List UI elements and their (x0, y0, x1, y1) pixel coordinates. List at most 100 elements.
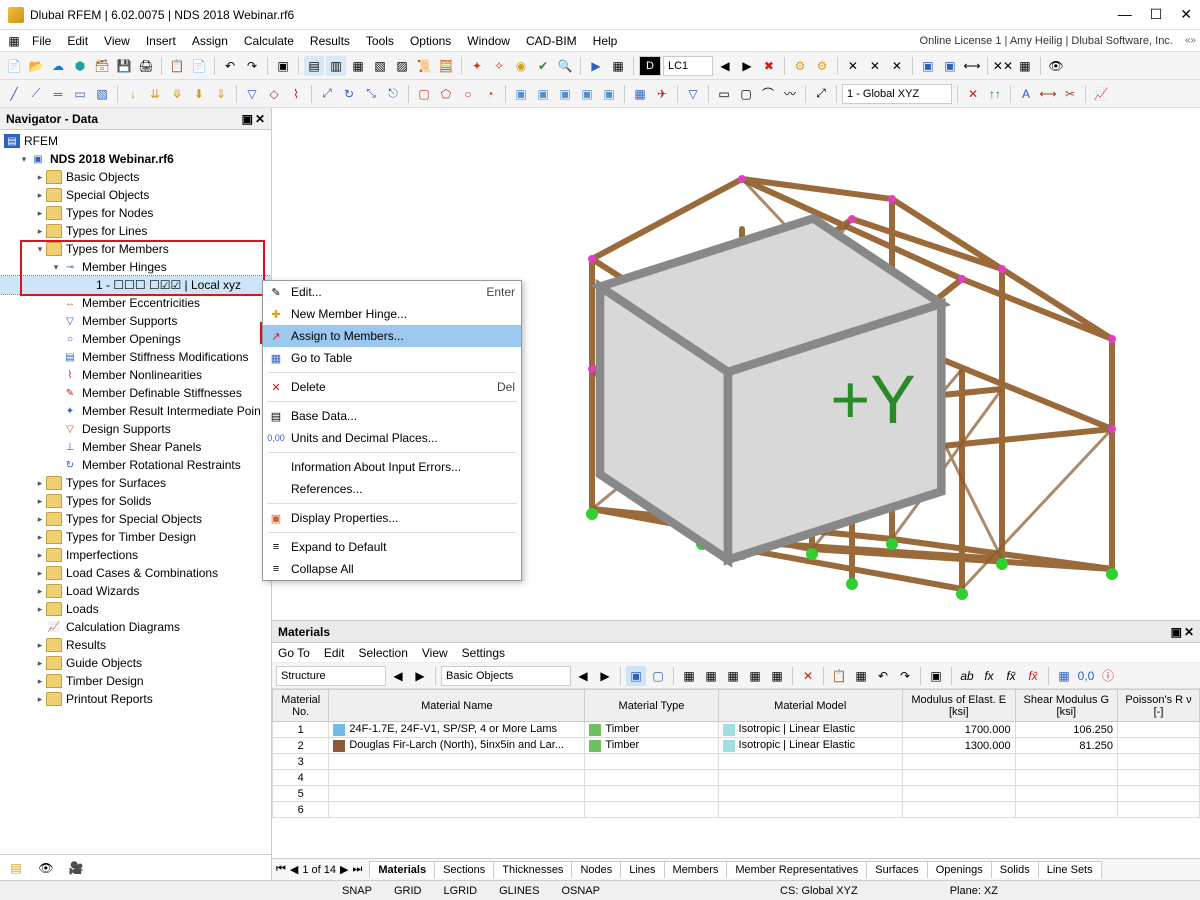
open-icon[interactable]: 📂 (26, 56, 46, 76)
close-button[interactable]: ✕ (1180, 6, 1192, 23)
nav-types-special[interactable]: ▸Types for Special Objects (0, 510, 271, 528)
results-icon[interactable]: ▶ (586, 56, 606, 76)
calc-model-icon[interactable]: ⚙ (790, 56, 810, 76)
nav-member-openings[interactable]: ○Member Openings (0, 330, 271, 348)
mat-combo-basic[interactable]: Basic Objects (441, 666, 571, 686)
mat-tab-sections[interactable]: Sections (434, 861, 494, 878)
dim-icon[interactable]: ⟷ (962, 56, 982, 76)
nav-root[interactable]: ▤RFEM (0, 132, 271, 150)
mat-tab-members[interactable]: Members (664, 861, 728, 878)
nav-member-hinges[interactable]: ▾⊸Member Hinges (0, 258, 271, 276)
menu-edit[interactable]: Edit (59, 32, 96, 50)
table-row[interactable]: 4 (273, 770, 1200, 786)
ctx-delete[interactable]: ✕DeleteDel (263, 376, 521, 398)
text-icon[interactable]: A (1016, 84, 1036, 104)
panel-4-icon[interactable]: ▧ (370, 56, 390, 76)
load-1-icon[interactable]: ↓ (123, 84, 143, 104)
materials-table[interactable]: Material No. Material Name Material Type… (272, 689, 1200, 818)
ctx-new-hinge[interactable]: ✚New Member Hinge... (263, 303, 521, 325)
mat-tab-openings[interactable]: Openings (927, 861, 992, 878)
mirror-icon[interactable]: ⎋ (383, 84, 403, 104)
dim-line-icon[interactable]: ⟷ (1038, 84, 1058, 104)
menu-view[interactable]: View (96, 32, 138, 50)
cube-2-icon[interactable]: ▣ (533, 84, 553, 104)
nav-member-def-stiff[interactable]: ✎Member Definable Stiffnesses (0, 384, 271, 402)
mat-paste-icon[interactable]: ▦ (851, 666, 871, 686)
nav-types-timber[interactable]: ▸Types for Timber Design (0, 528, 271, 546)
new-model-icon[interactable]: 📄 (4, 56, 24, 76)
mat-tool-4[interactable]: ▦ (745, 666, 765, 686)
nav-project[interactable]: ▾▣NDS 2018 Webinar.rf6 (0, 150, 271, 168)
nav-basic-objects[interactable]: ▸Basic Objects (0, 168, 271, 186)
nav-rot-restraints[interactable]: ↻Member Rotational Restraints (0, 456, 271, 474)
app-menu-icon[interactable]: ▦ (4, 31, 24, 51)
mat-menu-goto[interactable]: Go To (278, 646, 310, 660)
nav-types-members[interactable]: ▾Types for Members (0, 240, 271, 258)
fly-icon[interactable]: ✈ (652, 84, 672, 104)
col-v[interactable]: Poisson's R ν [-] (1118, 690, 1200, 722)
cascade-icon[interactable]: ▣ (273, 56, 293, 76)
mat-next-2[interactable]: ▶ (595, 666, 615, 686)
nav-types-surfaces[interactable]: ▸Types for Surfaces (0, 474, 271, 492)
check-icon[interactable]: ✔ (533, 56, 553, 76)
mat-sel-on-icon[interactable]: ▣ (626, 666, 646, 686)
3d-icon-1[interactable]: ▣ (918, 56, 938, 76)
mat-fx-icon[interactable]: fx (979, 666, 999, 686)
menu-help[interactable]: Help (585, 32, 626, 50)
mat-tab-materials[interactable]: Materials (369, 861, 435, 878)
pager-next[interactable]: ▶ (340, 863, 348, 876)
menu-file[interactable]: File (24, 32, 59, 50)
menu-results[interactable]: Results (302, 32, 358, 50)
mat-next-1[interactable]: ▶ (410, 666, 430, 686)
nav-member-stiffness-mod[interactable]: ▤Member Stiffness Modifications (0, 348, 271, 366)
filter-icon[interactable]: ▽ (683, 84, 703, 104)
nav-calc-diagrams[interactable]: 📈Calculation Diagrams (0, 618, 271, 636)
nav-shear-panels[interactable]: ⊥Member Shear Panels (0, 438, 271, 456)
mat-prev-2[interactable]: ◀ (573, 666, 593, 686)
hinge-icon[interactable]: ◇ (264, 84, 284, 104)
copy-icon[interactable]: 📋 (167, 56, 187, 76)
nav-results[interactable]: ▸Results (0, 636, 271, 654)
nav-views-tab-icon[interactable]: 🎥 (66, 858, 86, 878)
nav-types-lines[interactable]: ▸Types for Lines (0, 222, 271, 240)
select-box-icon[interactable]: ▢ (414, 84, 434, 104)
support-icon[interactable]: ▽ (242, 84, 262, 104)
mat-tab-line-sets[interactable]: Line Sets (1038, 861, 1102, 878)
mat-tab-thicknesses[interactable]: Thicknesses (493, 861, 572, 878)
grid-tool-icon[interactable]: ▦ (630, 84, 650, 104)
load-5-icon[interactable]: ⇓ (211, 84, 231, 104)
ctx-display-props[interactable]: ▣Display Properties... (263, 507, 521, 529)
nav-printout-reports[interactable]: ▸Printout Reports (0, 690, 271, 708)
pager-last[interactable]: ⏭ (352, 863, 362, 876)
ctx-info-errors[interactable]: Information About Input Errors... (263, 456, 521, 478)
col-model[interactable]: Material Model (718, 690, 902, 722)
table-row[interactable]: 1 24F-1.7E, 24F-V1, SP/SP, 4 or More Lam… (273, 722, 1200, 738)
col-name[interactable]: Material Name (329, 690, 585, 722)
calc-all-icon[interactable]: ⚙ (812, 56, 832, 76)
table-row[interactable]: 5 (273, 786, 1200, 802)
cube-1-icon[interactable]: ▣ (511, 84, 531, 104)
select-sect-icon[interactable]: ◔ (480, 84, 500, 104)
prev-lc-icon[interactable]: ◀ (715, 56, 735, 76)
ctx-expand[interactable]: ≡Expand to Default (263, 536, 521, 558)
bridge-icon[interactable]: ⌒ (758, 84, 778, 104)
undo-icon[interactable]: ↶ (220, 56, 240, 76)
col-no[interactable]: Material No. (273, 690, 329, 722)
wave-icon[interactable]: 〰 (780, 84, 800, 104)
mat-info-icon[interactable]: ⓘ (1098, 666, 1118, 686)
lc-cross-icon[interactable]: ✖ (759, 56, 779, 76)
mat-tool-3[interactable]: ▦ (723, 666, 743, 686)
nav-types-nodes[interactable]: ▸Types for Nodes (0, 204, 271, 222)
table-row[interactable]: 6 (273, 802, 1200, 818)
table-row[interactable]: 2 Douglas Fir-Larch (North), 5inx5in and… (273, 738, 1200, 754)
nav-display-tab-icon[interactable]: 👁 (36, 858, 56, 878)
nav-special-objects[interactable]: ▸Special Objects (0, 186, 271, 204)
show-xx-icon[interactable]: ✕✕ (993, 56, 1013, 76)
loadcase-combo[interactable]: LC1 (663, 56, 713, 76)
mat-tab-nodes[interactable]: Nodes (571, 861, 621, 878)
redo-icon[interactable]: ↷ (242, 56, 262, 76)
ctx-units[interactable]: 0,00Units and Decimal Places... (263, 427, 521, 449)
mat-tab-member-representatives[interactable]: Member Representatives (726, 861, 867, 878)
mat-tool-1[interactable]: ▦ (679, 666, 699, 686)
mat-copy-icon[interactable]: 📋 (829, 666, 849, 686)
